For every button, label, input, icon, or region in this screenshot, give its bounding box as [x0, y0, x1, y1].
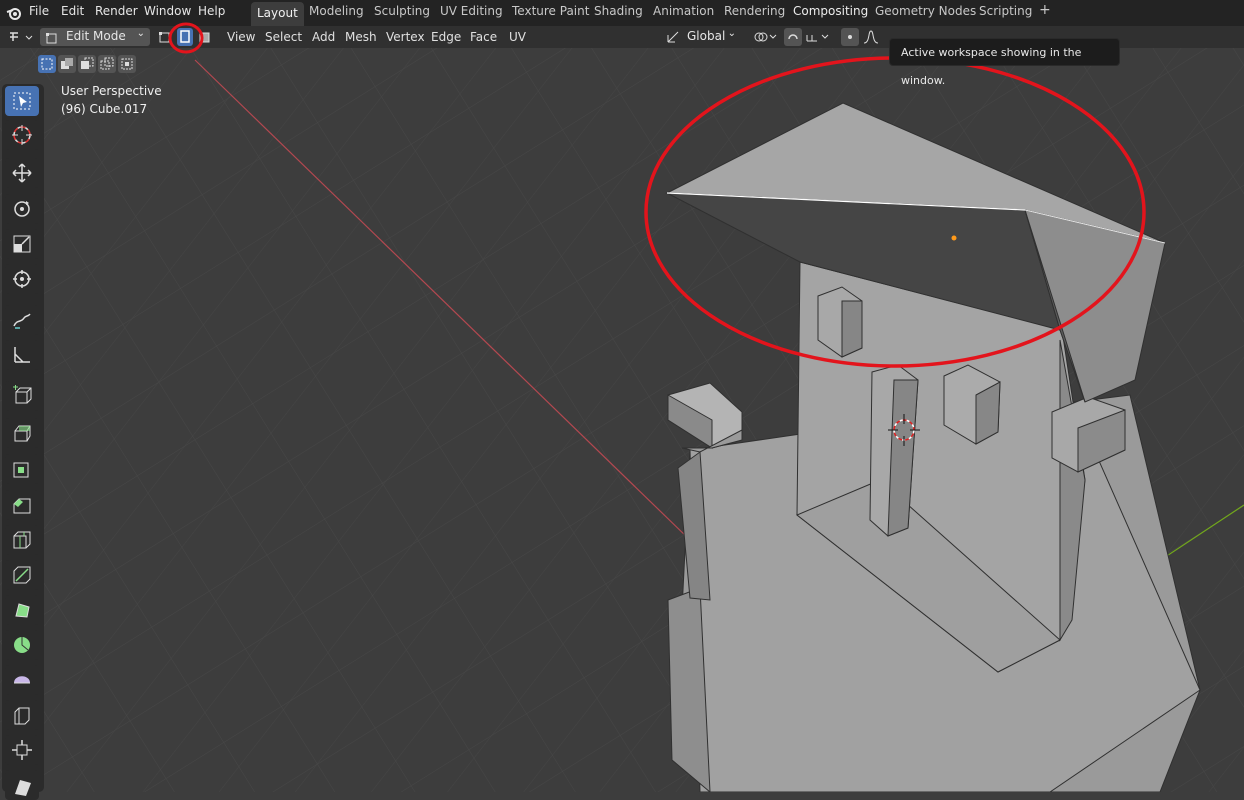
- mode-label: Edit Mode: [66, 29, 126, 43]
- menu-window[interactable]: Window: [144, 4, 191, 18]
- add-workspace-button[interactable]: +: [1035, 2, 1055, 18]
- menu-view[interactable]: View: [227, 29, 255, 45]
- bevel-icon[interactable]: [5, 490, 39, 520]
- smooth-icon[interactable]: [5, 665, 39, 695]
- annotate-icon[interactable]: [5, 305, 39, 335]
- spin-icon[interactable]: [5, 630, 39, 660]
- menu-vertex[interactable]: Vertex: [386, 29, 425, 45]
- edit-mode-icon: [45, 30, 59, 49]
- tab-uv-editing[interactable]: UV Editing: [436, 4, 507, 18]
- knife-icon[interactable]: [5, 560, 39, 590]
- menu-render[interactable]: Render: [95, 4, 138, 18]
- tab-modeling[interactable]: Modeling: [305, 4, 368, 18]
- falloff-curve-icon[interactable]: [862, 29, 888, 49]
- menu-edit[interactable]: Edit: [61, 4, 84, 18]
- measure-icon[interactable]: [5, 340, 39, 370]
- scale-icon[interactable]: [5, 229, 39, 259]
- select-new-icon[interactable]: [38, 55, 56, 73]
- tab-shading[interactable]: Shading: [590, 4, 647, 18]
- chevron-down-icon: ⌄: [136, 28, 145, 39]
- add-cube-icon[interactable]: [5, 381, 39, 411]
- shear-icon[interactable]: [5, 770, 39, 800]
- tab-scripting[interactable]: Scripting: [975, 4, 1036, 18]
- menu-select[interactable]: Select: [265, 29, 302, 45]
- orientation-icon: [665, 29, 681, 49]
- menu-mesh[interactable]: Mesh: [345, 29, 377, 45]
- pivot-point-icon[interactable]: [750, 29, 778, 49]
- tooltip: Active workspace showing in the window.: [889, 38, 1120, 87]
- snap-target-icon[interactable]: [804, 29, 832, 49]
- inset-icon[interactable]: [5, 454, 39, 484]
- tab-layout[interactable]: Layout: [251, 2, 304, 26]
- rotate-icon[interactable]: [5, 194, 39, 224]
- editor-type-button[interactable]: [4, 28, 34, 46]
- tab-compositing[interactable]: Compositing: [789, 4, 872, 18]
- extrude-icon[interactable]: [5, 418, 39, 448]
- selection-mode-row: [38, 54, 136, 74]
- select-invert-icon[interactable]: [98, 55, 116, 73]
- proportional-edit-icon[interactable]: [841, 28, 859, 46]
- blender-logo-icon[interactable]: [6, 5, 22, 25]
- select-extend-icon[interactable]: [58, 55, 76, 73]
- menu-file[interactable]: File: [29, 4, 49, 18]
- loop-cut-icon[interactable]: [5, 525, 39, 555]
- tab-geometry-nodes[interactable]: Geometry Nodes: [871, 4, 980, 18]
- select-subtract-icon[interactable]: [78, 55, 96, 73]
- tab-sculpting[interactable]: Sculpting: [370, 4, 434, 18]
- object-origin-dot: [951, 235, 957, 241]
- select-intersect-icon[interactable]: [118, 55, 136, 73]
- menu-edge[interactable]: Edge: [431, 29, 461, 45]
- chevron-down-icon: ⌄: [727, 28, 736, 39]
- move-icon[interactable]: [5, 158, 39, 188]
- edge-slide-icon[interactable]: [5, 700, 39, 730]
- object-name-label: (96) Cube.017: [61, 102, 148, 116]
- shrink-fatten-icon[interactable]: [5, 735, 39, 765]
- tab-rendering[interactable]: Rendering: [720, 4, 789, 18]
- tool-shelf: [2, 84, 44, 800]
- menu-uv[interactable]: UV: [509, 29, 526, 45]
- tab-animation[interactable]: Animation: [649, 4, 718, 18]
- 3d-viewport[interactable]: User Perspective (96) Cube.017: [0, 48, 1244, 792]
- cursor-icon[interactable]: [5, 120, 39, 150]
- poly-build-icon[interactable]: [5, 595, 39, 625]
- menu-face[interactable]: Face: [470, 29, 497, 45]
- annotation-circle: [168, 22, 204, 54]
- orientation-dropdown[interactable]: Global ⌄: [662, 28, 740, 46]
- menu-help[interactable]: Help: [198, 4, 225, 18]
- orientation-label: Global: [687, 29, 726, 43]
- menu-add[interactable]: Add: [312, 29, 335, 45]
- snap-toggle-icon[interactable]: [784, 28, 802, 46]
- tab-texture-paint[interactable]: Texture Paint: [508, 4, 593, 18]
- transform-icon[interactable]: [5, 264, 39, 294]
- view-name-label: User Perspective: [61, 84, 162, 98]
- select-box-icon[interactable]: [5, 86, 39, 116]
- mode-dropdown[interactable]: Edit Mode ⌄: [40, 28, 150, 46]
